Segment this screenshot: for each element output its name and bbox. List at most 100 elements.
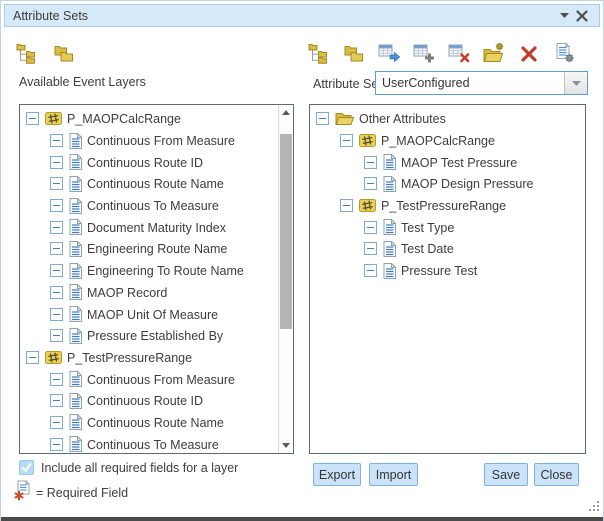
document-icon [383,176,396,192]
collapse-toggle[interactable] [50,156,63,169]
close-icon [576,10,588,22]
close-button[interactable] [573,7,591,25]
include-required-fields-label: Include all required fields for a layer [41,461,238,475]
tree-item[interactable]: Continuous Route ID [20,151,278,173]
tree-item[interactable]: MAOP Record [20,282,278,304]
attribute-sets-dialog: Attribute Sets [0,0,604,521]
add-table-icon [413,42,435,64]
folder-icon [335,112,354,126]
required-field-icon [13,480,33,504]
tree-item[interactable]: Continuous From Measure [20,130,278,152]
collapse-toggle[interactable] [364,264,377,277]
add-folder-button[interactable] [52,41,76,65]
collapse-toggle[interactable] [50,286,63,299]
collapse-toggle[interactable] [50,199,63,212]
collapse-toggle[interactable] [50,308,63,321]
delete-button[interactable] [517,41,541,65]
resize-grip[interactable] [588,500,600,515]
new-attribute-set-button[interactable] [482,41,506,65]
add-event-layers-button[interactable] [15,41,39,65]
close-dialog-button[interactable]: Close [534,463,579,486]
add-event-layers-icon [16,42,38,64]
tree-item[interactable]: Engineering Route Name [20,238,278,260]
tree-item[interactable]: Test Date [310,238,585,260]
tree-item[interactable]: P_TestPressureRange [310,195,585,217]
tree-item[interactable]: Continuous Route ID [20,390,278,412]
collapse-toggle[interactable] [50,329,63,342]
collapse-toggle[interactable] [50,438,63,451]
collapse-toggle[interactable] [364,221,377,234]
add-folder-icon [53,42,75,64]
collapse-button[interactable] [555,7,573,25]
attribute-set-dropdown-button[interactable] [564,72,587,94]
toolbar-right [307,41,576,65]
document-icon [383,241,396,257]
collapse-toggle[interactable] [26,112,39,125]
scroll-up-button[interactable] [279,105,293,120]
add-folder-button-2[interactable] [342,41,366,65]
collapse-toggle[interactable] [50,134,63,147]
triangle-down-icon [282,443,290,448]
collapse-toggle[interactable] [364,156,377,169]
configure-attribute-set-button[interactable] [552,41,576,65]
collapse-toggle[interactable] [26,351,39,364]
collapse-toggle[interactable] [50,416,63,429]
scroll-down-button[interactable] [279,438,293,453]
tree-item[interactable]: Continuous Route Name [20,412,278,434]
tree-item[interactable]: P_TestPressureRange [20,347,278,369]
tree-item[interactable]: Document Maturity Index [20,216,278,238]
document-icon [69,154,82,170]
collapse-toggle[interactable] [50,242,63,255]
delete-icon [518,42,540,64]
tree-item[interactable]: Pressure Test [310,260,585,282]
document-icon [69,133,82,149]
dialog-titlebar[interactable]: Attribute Sets [4,4,600,27]
tree-item[interactable]: Continuous To Measure [20,195,278,217]
collapse-toggle[interactable] [364,242,377,255]
add-table-button[interactable] [412,41,436,65]
tree-item[interactable]: P_MAOPCalcRange [20,108,278,130]
tree-item[interactable]: Engineering To Route Name [20,260,278,282]
left-panel-scrollbar[interactable] [278,105,293,453]
collapse-toggle[interactable] [364,177,377,190]
window-bottom-edge [1,517,603,521]
tree-item[interactable]: MAOP Test Pressure [310,151,585,173]
document-icon [69,198,82,214]
event-layer-icon [359,133,376,148]
add-event-layers-button-2[interactable] [307,41,331,65]
collapse-toggle[interactable] [316,112,329,125]
document-icon [69,393,82,409]
tree-item[interactable]: Continuous From Measure [20,368,278,390]
dialog-title: Attribute Sets [13,9,555,23]
document-icon [383,263,396,279]
include-required-fields-checkbox[interactable] [19,460,34,475]
tree-item[interactable]: Test Type [310,216,585,238]
collapse-toggle[interactable] [50,177,63,190]
attribute-set-tree: Other Attributes P_MAOPCalcRange MAOP Te… [310,105,585,282]
collapse-toggle[interactable] [50,373,63,386]
attribute-set-select[interactable]: UserConfigured [375,71,588,95]
tree-item[interactable]: Continuous To Measure [20,433,278,454]
collapse-toggle[interactable] [340,134,353,147]
document-icon [69,328,82,344]
tree-item[interactable]: Pressure Established By [20,325,278,347]
tree-item[interactable]: Continuous Route Name [20,173,278,195]
collapse-toggle[interactable] [50,221,63,234]
event-layer-icon [45,111,62,126]
scrollbar-thumb[interactable] [280,134,292,329]
export-button[interactable]: Export [313,463,361,486]
tree-item[interactable]: P_MAOPCalcRange [310,130,585,152]
checkmark-icon [20,461,33,474]
tree-item[interactable]: MAOP Unit Of Measure [20,303,278,325]
delete-table-button[interactable] [447,41,471,65]
collapse-toggle[interactable] [50,394,63,407]
export-table-button[interactable] [377,41,401,65]
new-attribute-set-icon [483,42,505,64]
collapse-toggle[interactable] [50,264,63,277]
collapse-toggle[interactable] [340,199,353,212]
document-icon [383,154,396,170]
tree-item[interactable]: Other Attributes [310,108,585,130]
tree-item[interactable]: MAOP Design Pressure [310,173,585,195]
save-button[interactable]: Save [484,463,528,486]
import-button[interactable]: Import [369,463,418,486]
